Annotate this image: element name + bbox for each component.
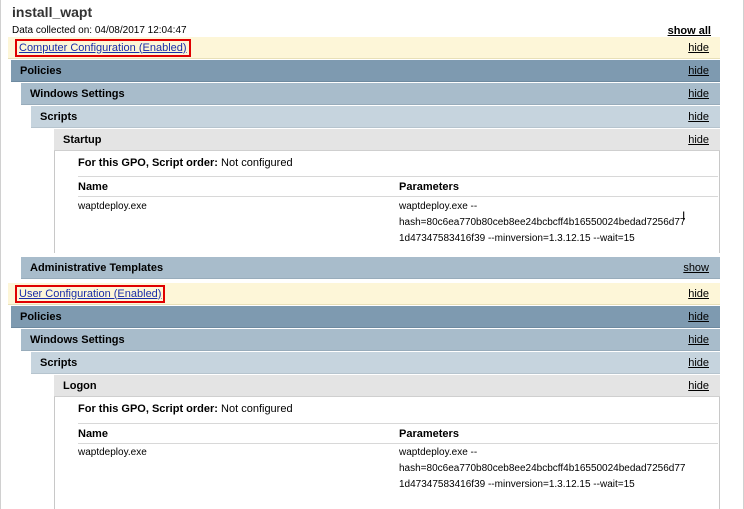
user-policies-hide-link[interactable]: hide [688,311,709,323]
computer-script-order-value: Not configured [221,157,293,169]
computer-row-params-3: 1d47347583416f39 --minversion=1.3.12.15 … [399,233,635,244]
computer-startup-header[interactable]: Startup hide [54,129,720,151]
table-divider [78,176,718,177]
user-config-hide-link[interactable]: hide [688,288,709,300]
user-scripts-header[interactable]: Scripts hide [31,352,720,374]
computer-scripts-header[interactable]: Scripts hide [31,106,720,128]
window-frame-left [0,0,1,509]
table-divider [78,423,718,424]
computer-config-header[interactable]: Computer Configuration (Enabled) hide [8,37,720,59]
computer-script-order: For this GPO, Script order: Not configur… [78,157,293,169]
computer-row-params-1: waptdeploy.exe -- [399,201,478,212]
table-divider [78,443,718,444]
computer-startup-label: Startup [63,133,102,146]
show-all-link[interactable]: show all [668,25,711,37]
text-cursor-icon: I [682,209,686,223]
computer-script-order-label: For this GPO, Script order: [78,157,218,169]
computer-windows-settings-header[interactable]: Windows Settings hide [21,83,720,105]
table-divider [78,196,718,197]
computer-scripts-label: Scripts [40,110,78,123]
computer-config-label[interactable]: Computer Configuration (Enabled) [15,38,191,57]
user-config-header[interactable]: User Configuration (Enabled) hide [8,283,720,305]
computer-col-name: Name [78,181,108,193]
user-windows-settings-label: Windows Settings [30,333,125,346]
computer-admin-templates-show-link[interactable]: show [683,262,709,274]
user-row-params-3: 1d47347583416f39 --minversion=1.3.12.15 … [399,479,635,490]
user-logon-hide-link[interactable]: hide [688,380,709,392]
page-title: install_wapt [12,4,93,20]
user-script-order: For this GPO, Script order: Not configur… [78,403,293,415]
user-script-order-label: For this GPO, Script order: [78,403,218,415]
user-scripts-label: Scripts [40,356,78,369]
user-logon-header[interactable]: Logon hide [54,375,720,397]
user-config-label[interactable]: User Configuration (Enabled) [15,284,166,303]
user-logon-label: Logon [63,379,97,392]
data-collected-text: Data collected on: 04/08/2017 12:04:47 [12,25,187,36]
user-row-params-2: hash=80c6ea770b80ceb8ee24bcbcff4b1655002… [399,463,686,474]
computer-policies-header[interactable]: Policies hide [11,60,720,82]
computer-startup-hide-link[interactable]: hide [688,134,709,146]
computer-windows-settings-label: Windows Settings [30,87,125,100]
user-windows-settings-header[interactable]: Windows Settings hide [21,329,720,351]
user-windows-settings-hide-link[interactable]: hide [688,334,709,346]
user-row-name: waptdeploy.exe [78,447,147,458]
computer-admin-templates-header[interactable]: Administrative Templates show [21,257,720,279]
computer-row-params-2: hash=80c6ea770b80ceb8ee24bcbcff4b1655002… [399,217,686,228]
user-col-name: Name [78,428,108,440]
user-policies-label: Policies [20,310,62,323]
computer-col-params: Parameters [399,181,459,193]
computer-scripts-hide-link[interactable]: hide [688,111,709,123]
computer-policies-label: Policies [20,64,62,77]
computer-windows-settings-hide-link[interactable]: hide [688,88,709,100]
computer-row-name: waptdeploy.exe [78,201,147,212]
user-policies-header[interactable]: Policies hide [11,306,720,328]
computer-policies-hide-link[interactable]: hide [688,65,709,77]
user-row-params-1: waptdeploy.exe -- [399,447,478,458]
user-col-params: Parameters [399,428,459,440]
computer-admin-templates-label: Administrative Templates [30,261,164,274]
user-scripts-hide-link[interactable]: hide [688,357,709,369]
user-script-order-value: Not configured [221,403,293,415]
computer-config-hide-link[interactable]: hide [688,42,709,54]
